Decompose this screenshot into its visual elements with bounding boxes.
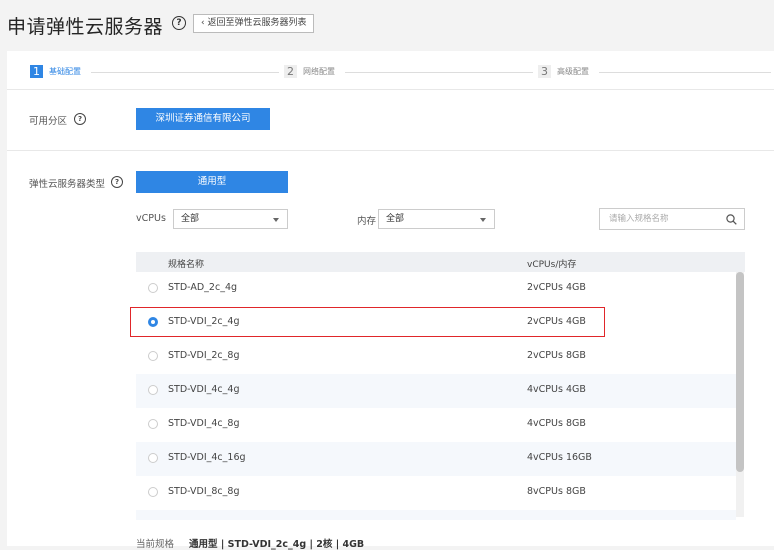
memory-select[interactable]: 全部 [378,209,495,229]
instance-type-button[interactable]: 通用型 [136,171,288,193]
search-icon[interactable] [726,214,737,225]
table-row[interactable]: STD-VDI_4c_8g 4vCPUs 8GB [136,408,736,442]
table-header: 规格名称 vCPUs/内存 [136,252,745,272]
column-header-spec: vCPUs/内存 [527,260,577,270]
row-radio[interactable] [148,385,158,395]
current-spec-summary: 当前规格 通用型 | STD-VDI_2c_4g | 2核 | 4GB [136,536,364,550]
vcpus-select-value: 全部 [181,214,200,224]
row-spec: 2vCPUs 8GB [527,350,586,361]
row-name: STD-VDI_4c_8g [168,418,240,429]
step-2-label[interactable]: 网络配置 [303,66,335,77]
spec-search-input[interactable]: 请输入规格名称 [599,208,745,230]
zone-option-button[interactable]: 深圳证券通信有限公司 [136,108,270,130]
divider [7,89,774,90]
row-spec: 4vCPUs 8GB [527,418,586,429]
vcpus-select[interactable]: 全部 [173,209,288,229]
step-divider [599,72,771,73]
row-spec: 4vCPUs 16GB [527,452,592,463]
step-indicator: 1 基础配置 2 网络配置 3 高级配置 [7,51,774,89]
chevron-down-icon [273,218,279,222]
table-row[interactable]: STD-AD_2c_4g 2vCPUs 4GB [136,272,736,306]
step-3-label[interactable]: 高级配置 [557,66,589,77]
page-title: 申请弹性云服务器 [7,16,164,38]
row-name: STD-VDI_4c_16g [168,452,246,463]
vcpus-label: vCPUs [136,213,166,224]
table-row[interactable]: STD-VDI_2c_8g 2vCPUs 8GB [136,340,736,374]
step-divider [91,72,279,73]
help-icon[interactable]: ? [172,16,186,30]
row-name: STD-AD_2c_4g [168,282,238,293]
table-row[interactable]: STD-VDI_8c_8g 8vCPUs 8GB [136,476,736,510]
back-to-list-button[interactable]: ‹ 返回至弹性云服务器列表 [193,14,315,33]
step-3-number: 3 [538,65,551,78]
search-placeholder: 请输入规格名称 [609,214,669,224]
row-spec: 4vCPUs 4GB [527,384,586,395]
zone-label: 可用分区 [29,116,68,127]
current-spec-value: 通用型 | STD-VDI_2c_4g | 2核 | 4GB [189,539,365,550]
current-spec-label: 当前规格 [136,539,175,550]
help-icon[interactable]: ? [111,176,123,188]
step-divider [345,72,533,73]
row-spec: 2vCPUs 4GB [527,282,586,293]
row-radio[interactable] [148,419,158,429]
table-scrollbar-thumb[interactable] [736,272,744,472]
help-icon[interactable]: ? [74,113,86,125]
chevron-down-icon [480,218,486,222]
row-spec: 8vCPUs 8GB [527,486,586,497]
table-row-partial [136,510,736,520]
step-1-label[interactable]: 基础配置 [49,66,81,77]
row-radio[interactable] [148,283,158,293]
memory-label: 内存 [357,216,377,227]
column-header-name: 规格名称 [168,260,205,270]
table-row[interactable]: STD-VDI_4c_4g 4vCPUs 4GB [136,374,736,408]
row-radio[interactable] [148,487,158,497]
step-1-number: 1 [30,65,43,78]
row-name: STD-VDI_8c_8g [168,486,240,497]
selection-highlight-box [130,307,605,337]
row-name: STD-VDI_4c_4g [168,384,240,395]
instance-type-label: 弹性云服务器类型 [29,179,106,190]
step-2-number: 2 [284,65,297,78]
row-radio[interactable] [148,351,158,361]
row-radio[interactable] [148,453,158,463]
row-name: STD-VDI_2c_8g [168,350,240,361]
table-row[interactable]: STD-VDI_4c_16g 4vCPUs 16GB [136,442,736,476]
memory-select-value: 全部 [386,214,405,224]
divider [7,150,774,151]
